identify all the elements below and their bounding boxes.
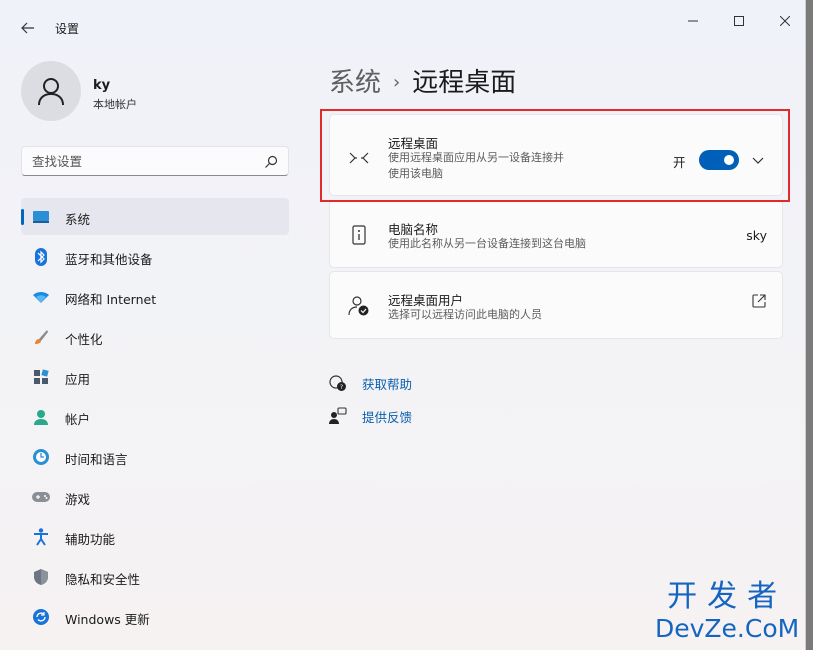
- feedback-icon: [329, 407, 347, 425]
- bluetooth-icon: [32, 248, 50, 266]
- back-button[interactable]: [14, 14, 42, 42]
- user-check-icon: [348, 295, 370, 317]
- close-button[interactable]: [762, 6, 808, 36]
- sidebar-item-windows-update[interactable]: Windows 更新: [21, 598, 289, 635]
- sidebar-item-network[interactable]: 网络和 Internet: [21, 278, 289, 315]
- sidebar-item-label: 时间和语言: [65, 452, 128, 467]
- sidebar-item-apps[interactable]: 应用: [21, 358, 289, 395]
- watermark-line1: 开发者: [667, 579, 788, 614]
- sidebar-item-bluetooth[interactable]: 蓝牙和其他设备: [21, 238, 289, 275]
- brush-icon: [32, 328, 50, 346]
- pc-info-icon: [348, 224, 370, 246]
- person-outline-icon: [38, 78, 64, 106]
- minimize-icon: [688, 20, 698, 22]
- remote-desktop-toggle[interactable]: [699, 150, 739, 170]
- sidebar-item-accessibility[interactable]: 辅助功能: [21, 518, 289, 555]
- arrow-left-icon: [21, 22, 34, 34]
- maximize-button[interactable]: [716, 6, 762, 36]
- page-title: 远程桌面: [412, 68, 517, 98]
- search-input[interactable]: [32, 152, 252, 170]
- sidebar-item-system[interactable]: 系统: [21, 198, 289, 235]
- chevron-down-icon[interactable]: [751, 154, 765, 166]
- give-feedback-label: 提供反馈: [362, 409, 413, 425]
- sidebar-item-label: 系统: [65, 212, 91, 227]
- user-name: ky: [93, 78, 111, 93]
- settings-window: 设置 ky 本地帐户 系统: [0, 0, 806, 650]
- sidebar-item-label: 网络和 Internet: [65, 292, 157, 307]
- sidebar-item-label: 个性化: [65, 332, 103, 347]
- sidebar-item-label: 辅助功能: [65, 532, 116, 547]
- sidebar-item-label: 隐私和安全性: [65, 572, 141, 587]
- sidebar-item-time-language[interactable]: 时间和语言: [21, 438, 289, 475]
- toggle-knob: [724, 155, 734, 165]
- pc-name-description: 使用此名称从另一台设备连接到这台电脑: [388, 237, 586, 250]
- minimize-button[interactable]: [670, 6, 716, 36]
- search-icon[interactable]: [264, 155, 278, 169]
- avatar[interactable]: [21, 61, 81, 121]
- title-bar: 设置: [0, 0, 806, 48]
- sidebar-item-privacy[interactable]: 隐私和安全性: [21, 558, 289, 595]
- remote-desktop-card[interactable]: 远程桌面 使用远程桌面应用从另一设备连接并使用该电脑 开: [329, 114, 783, 196]
- sidebar-item-label: 帐户: [65, 412, 91, 427]
- pc-name-card[interactable]: 电脑名称 使用此名称从另一台设备连接到这台电脑 sky: [329, 200, 783, 268]
- sidebar-item-label: Windows 更新: [65, 612, 150, 627]
- wifi-icon: [32, 288, 50, 306]
- update-icon: [32, 608, 50, 626]
- accessibility-icon: [32, 528, 50, 546]
- system-monitor-icon: [32, 208, 50, 226]
- give-feedback-link[interactable]: 提供反馈: [329, 406, 412, 426]
- apps-icon: [32, 368, 50, 386]
- close-icon: [780, 16, 790, 26]
- get-help-link[interactable]: ? 获取帮助: [329, 373, 412, 393]
- background-edge: [806, 0, 813, 650]
- svg-text:?: ?: [340, 384, 343, 391]
- sidebar-item-accounts[interactable]: 帐户: [21, 398, 289, 435]
- remote-users-card[interactable]: 远程桌面用户 选择可以远程访问此电脑的人员: [329, 271, 783, 339]
- watermark-line2: DevZe.CoM: [655, 614, 800, 643]
- account-type: 本地帐户: [93, 98, 137, 111]
- pc-name-value: sky: [746, 228, 767, 243]
- site-watermark: 开发者 DevZe.CoM: [655, 580, 799, 644]
- sidebar-item-label: 游戏: [65, 492, 91, 507]
- shield-icon: [32, 568, 50, 586]
- search-box[interactable]: [21, 146, 289, 176]
- sidebar-item-personalization[interactable]: 个性化: [21, 318, 289, 355]
- sidebar-item-gaming[interactable]: 游戏: [21, 478, 289, 515]
- open-external-icon[interactable]: [752, 294, 766, 308]
- gamepad-icon: [32, 488, 50, 506]
- sidebar-item-label: 蓝牙和其他设备: [65, 252, 153, 267]
- sidebar-item-label: 应用: [65, 372, 91, 387]
- clock-globe-icon: [32, 448, 50, 466]
- get-help-label: 获取帮助: [362, 376, 413, 392]
- maximize-icon: [734, 16, 744, 26]
- breadcrumb-separator: ›: [393, 72, 401, 93]
- breadcrumb-parent[interactable]: 系统: [329, 68, 381, 98]
- toggle-state-label: 开: [673, 155, 686, 170]
- remote-desktop-description: 使用远程桌面应用从另一设备连接并使用该电脑: [388, 151, 564, 180]
- sidebar-nav: 系统 蓝牙和其他设备 网络和 Internet 个性化 应用 帐户 时间和语言 …: [21, 198, 289, 638]
- remote-users-description: 选择可以远程访问此电脑的人员: [388, 308, 542, 321]
- app-title: 设置: [55, 22, 80, 36]
- help-icon: ?: [329, 374, 347, 392]
- remote-desktop-icon: [348, 147, 370, 169]
- person-icon: [32, 408, 50, 426]
- breadcrumb: 系统 › 远程桌面: [329, 62, 516, 99]
